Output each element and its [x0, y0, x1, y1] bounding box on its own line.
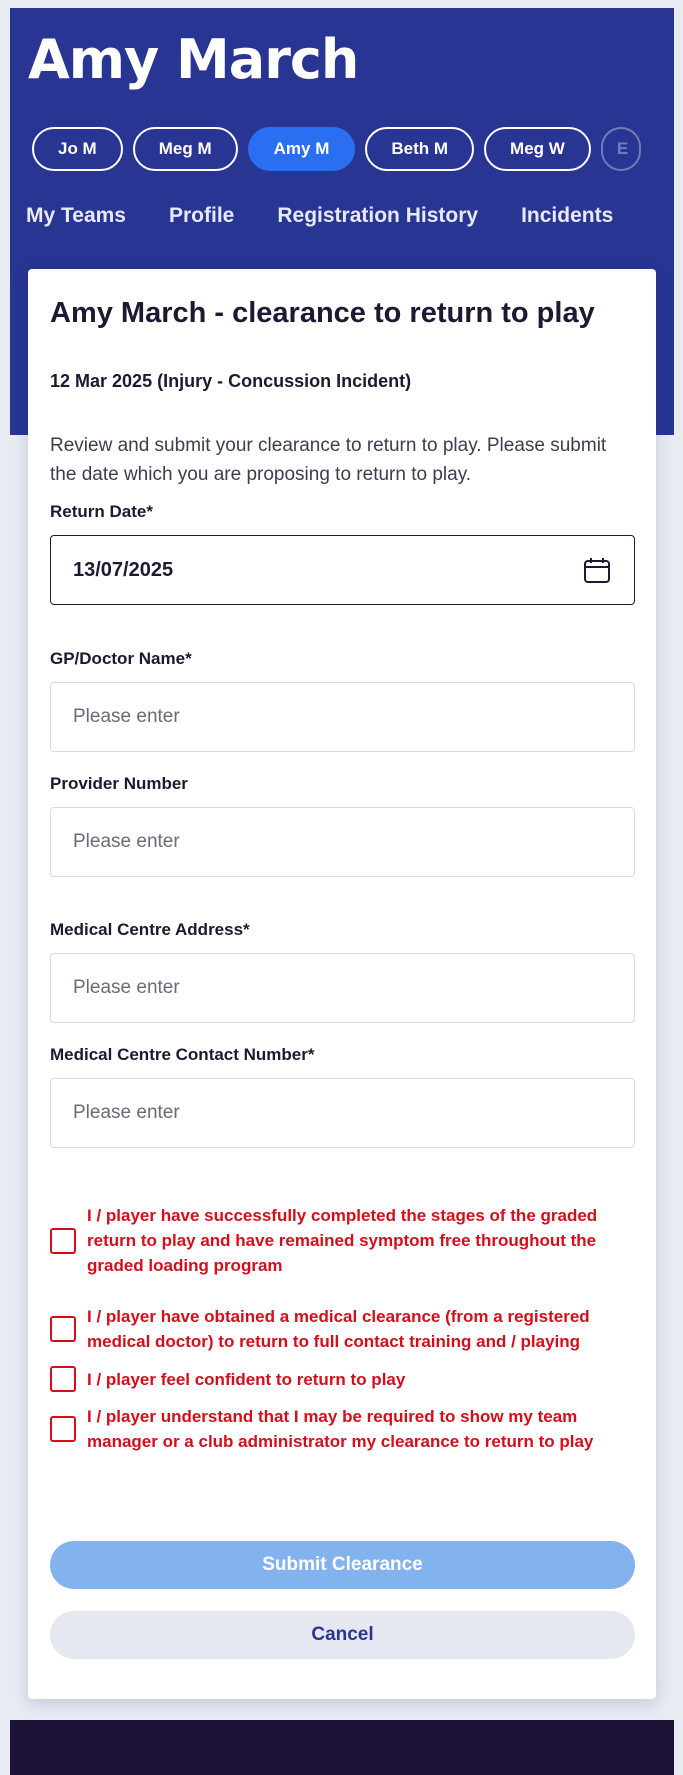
medical-centre-contact-input[interactable]: Please enter	[50, 1078, 635, 1148]
page-title: Amy March	[28, 28, 359, 91]
declaration-graded-return: I / player have successfully completed t…	[50, 1203, 630, 1278]
tab-incidents[interactable]: Incidents	[521, 204, 613, 228]
player-pill-meg-w[interactable]: Meg W	[484, 127, 591, 171]
declaration-text: I / player understand that I may be requ…	[87, 1407, 594, 1451]
footer-bar	[10, 1720, 674, 1775]
medical-centre-address-label: Medical Centre Address*	[50, 920, 250, 939]
player-switcher: Jo M Meg M Amy M Beth M Meg W E	[32, 127, 674, 175]
player-pill-overflow[interactable]: E	[600, 127, 641, 171]
form-instructions: Review and submit your clearance to retu…	[50, 435, 607, 485]
declaration-confident: I / player feel confident to return to p…	[50, 1366, 630, 1392]
doctor-name-label: GP/Doctor Name*	[50, 649, 192, 668]
tab-registration-history[interactable]: Registration History	[277, 204, 478, 228]
player-pill-beth-m[interactable]: Beth M	[365, 127, 475, 171]
medical-centre-address-input[interactable]: Please enter	[50, 953, 635, 1023]
tab-profile[interactable]: Profile	[169, 204, 234, 228]
declaration-text: I / player feel confident to return to p…	[87, 1369, 406, 1389]
declaration-checkbox[interactable]	[50, 1316, 76, 1342]
provider-number-label: Provider Number	[50, 774, 188, 793]
doctor-name-input[interactable]: Please enter	[50, 682, 635, 752]
declaration-show-clearance: I / player understand that I may be requ…	[50, 1404, 630, 1454]
profile-tabs: My Teams Profile Registration History In…	[26, 204, 613, 228]
form-title: Amy March - clearance to return to play	[50, 297, 595, 329]
page: Amy March Jo M Meg M Amy M Beth M Meg W …	[10, 8, 674, 1775]
declaration-medical-clearance: I / player have obtained a medical clear…	[50, 1304, 630, 1354]
tab-my-teams[interactable]: My Teams	[26, 204, 126, 228]
player-pill-jo-m[interactable]: Jo M	[32, 127, 123, 171]
submit-clearance-button[interactable]: Submit Clearance	[50, 1541, 635, 1589]
declaration-checkbox[interactable]	[50, 1366, 76, 1392]
declaration-text: I / player have successfully completed t…	[87, 1206, 598, 1275]
provider-number-input[interactable]: Please enter	[50, 807, 635, 877]
incident-summary: 12 Mar 2025 (Injury - Concussion Inciden…	[50, 371, 412, 391]
cancel-button[interactable]: Cancel	[50, 1611, 635, 1659]
medical-centre-contact-label: Medical Centre Contact Number*	[50, 1045, 315, 1064]
return-date-field[interactable]: 13/07/2025	[50, 535, 635, 605]
return-date-label: Return Date*	[50, 502, 153, 521]
declaration-text: I / player have obtained a medical clear…	[87, 1307, 590, 1351]
player-pill-amy-m[interactable]: Amy M	[247, 127, 356, 171]
declaration-checkbox[interactable]	[50, 1227, 76, 1254]
declaration-checkbox[interactable]	[50, 1416, 76, 1442]
player-pill-meg-m[interactable]: Meg M	[132, 127, 238, 171]
calendar-icon[interactable]	[582, 555, 612, 585]
clearance-form-card: Amy March - clearance to return to play …	[28, 269, 656, 1699]
return-date-value: 13/07/2025	[73, 558, 174, 581]
